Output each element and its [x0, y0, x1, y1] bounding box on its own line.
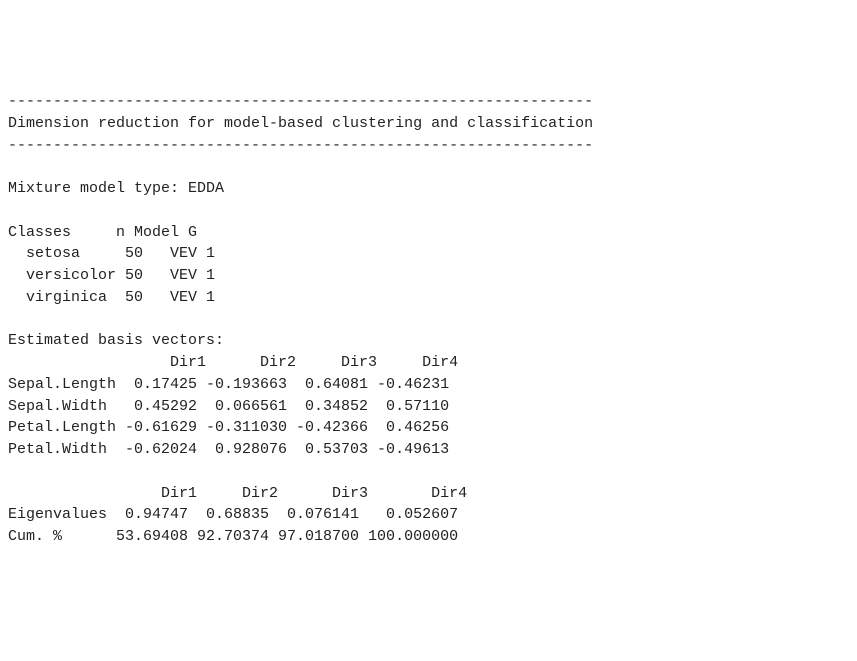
separator-line: ----------------------------------------…	[8, 137, 593, 154]
output-title: Dimension reduction for model-based clus…	[8, 115, 593, 132]
separator-line: ----------------------------------------…	[8, 93, 593, 110]
stats-dir-header: Dir1 Dir2 Dir3 Dir4	[8, 485, 467, 502]
basis-label: Estimated basis vectors:	[8, 332, 224, 349]
basis-dir-header: Dir1 Dir2 Dir3 Dir4	[8, 354, 458, 371]
mixture-type-line: Mixture model type: EDDA	[8, 180, 224, 197]
console-output: ----------------------------------------…	[8, 91, 849, 548]
classes-header: Classes n Model G	[8, 224, 197, 241]
